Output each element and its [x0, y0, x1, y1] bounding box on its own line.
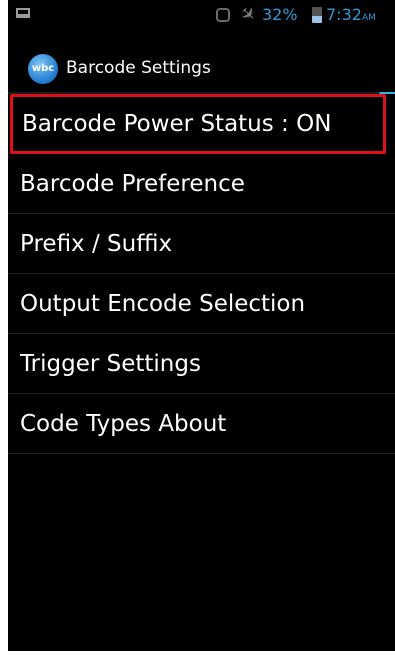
action-bar: wbc Barcode Settings — [8, 36, 395, 94]
menu-item-label: Output Encode Selection — [20, 291, 306, 317]
battery-percent: 32% — [262, 5, 298, 24]
menu-item-label: Barcode Power Status : ON — [22, 111, 332, 137]
time-text: 7:32 — [326, 5, 362, 24]
menu-item-code-types-about[interactable]: Code Types About — [8, 394, 395, 454]
app-logo-icon[interactable]: wbc — [28, 54, 58, 84]
phone-screen: ✈ 32% 7:32AM wbc Barcode Settings Barcod… — [8, 0, 395, 651]
menu-item-trigger-settings[interactable]: Trigger Settings — [8, 334, 395, 394]
menu-item-label: Prefix / Suffix — [20, 231, 173, 257]
menu-item-label: Barcode Preference — [20, 171, 245, 197]
screenshot-icon — [16, 8, 30, 18]
menu-item-label: Code Types About — [20, 411, 227, 437]
action-bar-title: Barcode Settings — [66, 58, 211, 78]
menu-item-barcode-power-status[interactable]: Barcode Power Status : ON — [10, 94, 386, 154]
menu-item-label: Trigger Settings — [20, 351, 201, 377]
menu-item-prefix-suffix[interactable]: Prefix / Suffix — [8, 214, 395, 274]
status-time: 7:32AM — [326, 5, 376, 28]
time-ampm: AM — [361, 13, 376, 23]
settings-menu-list: Barcode Power Status : ON Barcode Prefer… — [8, 94, 395, 454]
menu-item-output-encode-selection[interactable]: Output Encode Selection — [8, 274, 395, 334]
status-bar: ✈ 32% 7:32AM — [8, 0, 395, 36]
airplane-mode-icon: ✈ — [235, 1, 261, 28]
battery-icon — [312, 7, 322, 23]
rotate-icon — [216, 8, 230, 22]
menu-item-barcode-preference[interactable]: Barcode Preference — [8, 154, 395, 214]
